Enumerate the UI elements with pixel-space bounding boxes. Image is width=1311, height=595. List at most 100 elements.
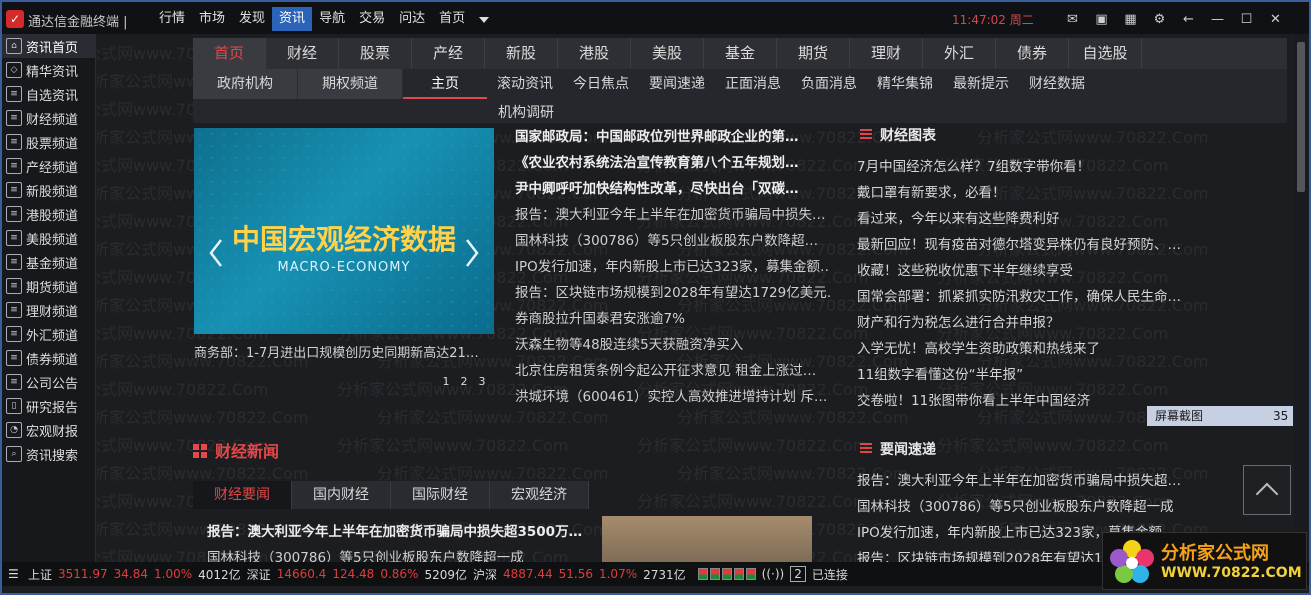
channel-tab[interactable]: 期货 bbox=[777, 38, 850, 69]
mail-icon[interactable]: ✉ bbox=[1058, 8, 1087, 30]
sidebar-item[interactable]: ≡ 产经频道 bbox=[2, 154, 95, 178]
headline-item[interactable]: 北京住房租赁条例今起公开征求意见 租金上涨过… bbox=[515, 358, 830, 384]
sidebar-item[interactable]: ≡ 债券频道 bbox=[2, 346, 95, 370]
banner-caption[interactable]: 商务部：1-7月进出口规模创历史同期新高达21… bbox=[194, 342, 494, 361]
chevron-right-icon[interactable] bbox=[465, 238, 479, 268]
chart-list-item[interactable]: 7月中国经济怎么样？7组数字带你看！ bbox=[857, 154, 1197, 180]
sub-tab[interactable]: 政府机构 bbox=[193, 69, 298, 99]
news-tab[interactable]: 财经要闻 bbox=[193, 481, 292, 509]
chart-list-item[interactable]: 财产和行为税怎么进行合并申报？ bbox=[857, 310, 1197, 336]
sidebar-item[interactable]: ⌂ 资讯首页 bbox=[2, 34, 95, 58]
menu-item[interactable]: 问达 bbox=[392, 7, 432, 31]
sidebar-item[interactable]: ≡ 公司公告 bbox=[2, 370, 95, 394]
channel-tab[interactable]: 外汇 bbox=[923, 38, 996, 69]
sub-tab[interactable]: 精华集锦 bbox=[867, 69, 943, 99]
menu-item[interactable]: 行情 bbox=[152, 7, 192, 31]
channel-tab[interactable]: 理财 bbox=[850, 38, 923, 69]
news-item[interactable]: 报告：澳大利亚今年上半年在加密货币骗局中损失超3500万… bbox=[193, 519, 593, 545]
channel-tab[interactable]: 基金 bbox=[704, 38, 777, 69]
channel-tab[interactable]: 财经 bbox=[266, 38, 339, 69]
chevron-left-icon[interactable] bbox=[209, 238, 223, 268]
headline-item[interactable]: IPO发行加速，年内新股上市已达323家，募集金额… bbox=[515, 254, 830, 280]
chart-list-item[interactable]: 交卷啦！11张图带你看上半年中国经济 bbox=[857, 388, 1197, 414]
banner-page-dot[interactable]: 1 bbox=[439, 375, 453, 388]
chart-list-item[interactable]: 戴口罩有新要求，必看！ bbox=[857, 180, 1197, 206]
sh-name[interactable]: 上证 bbox=[28, 566, 52, 583]
news-tab[interactable]: 国际财经 bbox=[391, 481, 490, 509]
sidebar-item[interactable]: ◔ 宏观财报 bbox=[2, 418, 95, 442]
sz-name[interactable]: 深证 bbox=[247, 566, 271, 583]
channel-tab[interactable]: 港股 bbox=[558, 38, 631, 69]
sub-tab[interactable]: 今日焦点 bbox=[563, 69, 639, 99]
close-icon[interactable]: ✕ bbox=[1261, 8, 1290, 30]
channel-tab[interactable]: 产经 bbox=[412, 38, 485, 69]
sub-tab[interactable]: 滚动资讯 bbox=[487, 69, 563, 99]
menu-item[interactable]: 导航 bbox=[312, 7, 352, 31]
menu-item[interactable]: 资讯 bbox=[272, 7, 313, 31]
news-tab[interactable]: 宏观经济 bbox=[490, 481, 589, 509]
channel-tab[interactable]: 股票 bbox=[339, 38, 412, 69]
sub-tab[interactable]: 最新提示 bbox=[943, 69, 1019, 99]
minimize-icon[interactable]: — bbox=[1203, 8, 1232, 30]
sub-tab[interactable]: 要闻速递 bbox=[639, 69, 715, 99]
hs-name[interactable]: 沪深 bbox=[473, 566, 497, 583]
sidebar-item[interactable]: ≡ 自选资讯 bbox=[2, 82, 95, 106]
chart-list-item[interactable]: 国常会部署：抓紧抓实防汛救灾工作，确保人民生命… bbox=[857, 284, 1197, 310]
menu-item[interactable]: 首页 bbox=[432, 7, 472, 31]
news-item[interactable]: 国林科技（300786）等5只创业板股东户数降超一成 bbox=[193, 545, 593, 562]
scrollbar-thumb[interactable] bbox=[1297, 42, 1305, 192]
chart-list-item[interactable]: 11组数字看懂这份“半年报” bbox=[857, 362, 1197, 388]
headline-item[interactable]: 洪城环境（600461）实控人高效推进增持计划 斥… bbox=[515, 384, 830, 410]
sub-tab[interactable]: 正面消息 bbox=[715, 69, 791, 99]
headline-item[interactable]: 报告：澳大利亚今年上半年在加密货币骗局中损失… bbox=[515, 202, 830, 228]
gear-icon[interactable]: ⚙ bbox=[1145, 8, 1174, 30]
chart-list-item[interactable]: 收藏！这些税收优惠下半年继续享受 bbox=[857, 258, 1197, 284]
sidebar-item[interactable]: ≡ 美股频道 bbox=[2, 226, 95, 250]
sub-tab[interactable]: 财经数据 bbox=[1019, 69, 1095, 99]
sidebar-item[interactable]: ≡ 新股频道 bbox=[2, 178, 95, 202]
sub-tab-institution-research[interactable]: 机构调研 bbox=[498, 102, 554, 122]
chart-list-item[interactable]: 入学无忧！高校学生资助政策和热线来了 bbox=[857, 336, 1197, 362]
menu-item[interactable]: 交易 bbox=[352, 7, 392, 31]
headline-item[interactable]: 国家邮政局：中国邮政位列世界邮政企业的第… bbox=[515, 124, 830, 150]
banner-page-dot[interactable]: 3 bbox=[475, 375, 489, 388]
menu-item[interactable]: 发现 bbox=[232, 7, 272, 31]
headline-item[interactable]: 报告：区块链市场规模到2028年有望达1729亿美元… bbox=[515, 280, 830, 306]
sidebar-item[interactable]: ⌕ 资讯搜索 bbox=[2, 442, 95, 466]
screenshot-tag[interactable]: 屏幕截图 35 bbox=[1147, 406, 1293, 426]
channel-tab[interactable]: 新股 bbox=[485, 38, 558, 69]
sidebar-item[interactable]: ≡ 理财频道 bbox=[2, 298, 95, 322]
menu-lines-icon[interactable]: ☰ bbox=[8, 567, 22, 581]
lock-icon[interactable]: ▣ bbox=[1087, 8, 1116, 30]
connection-status[interactable]: 已连接 bbox=[812, 566, 848, 583]
sidebar-item[interactable]: ≡ 财经频道 bbox=[2, 106, 95, 130]
sub-tab[interactable]: 期权频道 bbox=[298, 69, 403, 99]
news-thumbnail[interactable] bbox=[602, 516, 812, 562]
banner-carousel[interactable]: 中国宏观经济数据 MACRO-ECONOMY bbox=[194, 128, 494, 334]
menu-item[interactable]: 市场 bbox=[192, 7, 232, 31]
sidebar-item[interactable]: ≡ 外汇频道 bbox=[2, 322, 95, 346]
scroll-to-top-button[interactable] bbox=[1243, 465, 1291, 515]
grid-icon[interactable]: ▦ bbox=[1116, 8, 1145, 30]
sidebar-item[interactable]: ▯ 研究报告 bbox=[2, 394, 95, 418]
chart-list-item[interactable]: 最新回应！现有疫苗对德尔塔变异株仍有良好预防、… bbox=[857, 232, 1197, 258]
channel-tab[interactable]: 债券 bbox=[996, 38, 1069, 69]
channel-tab[interactable]: 美股 bbox=[631, 38, 704, 69]
sidebar-item[interactable]: ≡ 港股频道 bbox=[2, 202, 95, 226]
menu-dropdown-icon[interactable] bbox=[472, 7, 496, 31]
back-icon[interactable]: ← bbox=[1174, 8, 1203, 30]
sidebar-item[interactable]: ◇ 精华资讯 bbox=[2, 58, 95, 82]
sub-tab[interactable]: 主页 bbox=[403, 69, 487, 99]
speed-list-item[interactable]: 国林科技（300786）等5只创业板股东户数降超一成 bbox=[857, 494, 1197, 520]
channel-tab[interactable]: 自选股 bbox=[1069, 38, 1142, 69]
channel-tab[interactable]: 首页 bbox=[193, 38, 266, 69]
banner-page-dot[interactable]: 2 bbox=[457, 375, 471, 388]
headline-item[interactable]: 沃森生物等48股连续5天获融资净买入 bbox=[515, 332, 830, 358]
sidebar-item[interactable]: ≡ 期货频道 bbox=[2, 274, 95, 298]
headline-item[interactable]: 《农业农村系统法治宣传教育第八个五年规划… bbox=[515, 150, 830, 176]
headline-item[interactable]: 尹中卿呼吁加快结构性改革，尽快出台「双碳… bbox=[515, 176, 830, 202]
headline-item[interactable]: 券商股拉升国泰君安涨逾7% bbox=[515, 306, 830, 332]
sidebar-item[interactable]: ≡ 股票频道 bbox=[2, 130, 95, 154]
speed-list-item[interactable]: 报告：澳大利亚今年上半年在加密货币骗局中损失超… bbox=[857, 468, 1197, 494]
headline-item[interactable]: 国林科技（300786）等5只创业板股东户数降超… bbox=[515, 228, 830, 254]
